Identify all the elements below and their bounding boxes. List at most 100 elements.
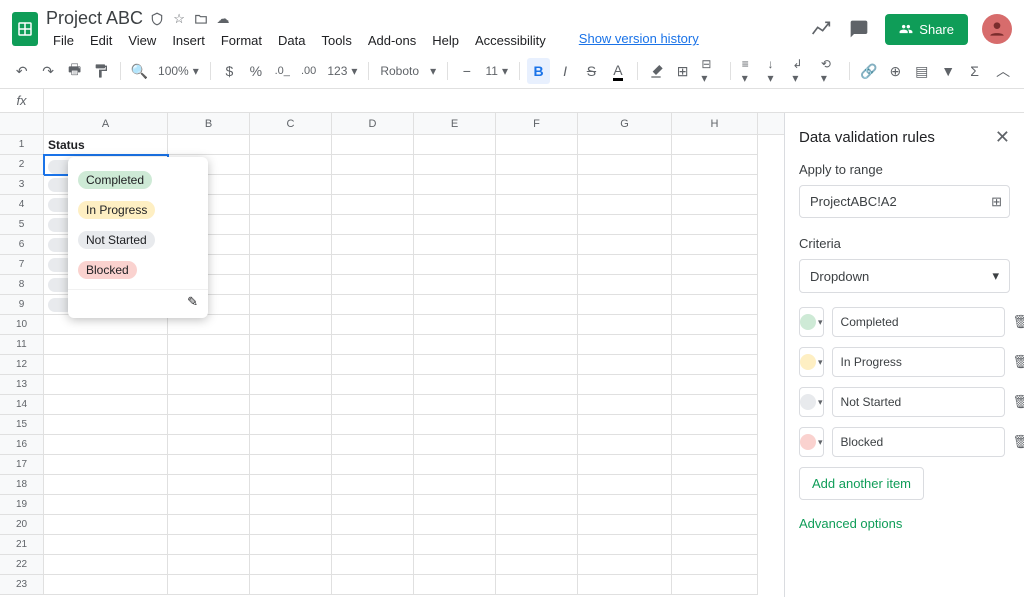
move-icon[interactable] — [193, 11, 209, 27]
cell-H16[interactable] — [672, 435, 758, 455]
cell-C21[interactable] — [250, 535, 332, 555]
criteria-delete-0[interactable]: 🗑 — [1013, 314, 1024, 330]
font-select[interactable]: Roboto ▾ — [376, 58, 440, 84]
cell-H9[interactable] — [672, 295, 758, 315]
cell-B22[interactable] — [168, 555, 250, 575]
dropdown-edit-icon[interactable]: ✎ — [68, 289, 208, 310]
apply-range-input[interactable] — [799, 185, 1010, 218]
cell-G20[interactable] — [578, 515, 672, 535]
cell-D11[interactable] — [332, 335, 414, 355]
cell-A1[interactable]: Status — [44, 135, 168, 155]
cell-D4[interactable] — [332, 195, 414, 215]
row-header-13[interactable]: 13 — [0, 375, 44, 395]
cell-E5[interactable] — [414, 215, 496, 235]
cell-H1[interactable] — [672, 135, 758, 155]
cell-F14[interactable] — [496, 395, 578, 415]
cell-D22[interactable] — [332, 555, 414, 575]
activity-icon[interactable] — [809, 17, 833, 41]
cell-E6[interactable] — [414, 235, 496, 255]
cell-F10[interactable] — [496, 315, 578, 335]
cell-A11[interactable] — [44, 335, 168, 355]
advanced-options-link[interactable]: Advanced options — [799, 516, 1010, 531]
row-header-19[interactable]: 19 — [0, 495, 44, 515]
cell-E3[interactable] — [414, 175, 496, 195]
sheets-logo[interactable] — [12, 12, 38, 46]
comment-button[interactable]: ⊕ — [884, 58, 907, 84]
row-header-9[interactable]: 9 — [0, 295, 44, 315]
criteria-input-2[interactable] — [832, 387, 1005, 417]
cell-H21[interactable] — [672, 535, 758, 555]
cell-C14[interactable] — [250, 395, 332, 415]
cell-C9[interactable] — [250, 295, 332, 315]
row-header-22[interactable]: 22 — [0, 555, 44, 575]
version-history-link[interactable]: Show version history — [579, 31, 699, 50]
share-button[interactable]: Share — [885, 14, 968, 45]
cell-F7[interactable] — [496, 255, 578, 275]
menu-view[interactable]: View — [121, 31, 163, 50]
cell-B1[interactable] — [168, 135, 250, 155]
document-title[interactable]: Project ABC — [46, 8, 143, 29]
cell-D19[interactable] — [332, 495, 414, 515]
functions-button[interactable]: Σ — [963, 58, 986, 84]
menu-edit[interactable]: Edit — [83, 31, 119, 50]
privacy-icon[interactable] — [149, 11, 165, 27]
criteria-color-2[interactable]: ▾ — [799, 387, 824, 417]
cell-B17[interactable] — [168, 455, 250, 475]
menu-tools[interactable]: Tools — [314, 31, 358, 50]
merge-button[interactable]: ⊟ ▾ — [697, 58, 723, 84]
cell-C10[interactable] — [250, 315, 332, 335]
cell-H11[interactable] — [672, 335, 758, 355]
row-header-15[interactable]: 15 — [0, 415, 44, 435]
cell-E10[interactable] — [414, 315, 496, 335]
cell-A19[interactable] — [44, 495, 168, 515]
cell-D8[interactable] — [332, 275, 414, 295]
cell-F11[interactable] — [496, 335, 578, 355]
cell-D1[interactable] — [332, 135, 414, 155]
cell-G23[interactable] — [578, 575, 672, 595]
col-header-D[interactable]: D — [332, 113, 414, 134]
menu-insert[interactable]: Insert — [165, 31, 212, 50]
criteria-color-1[interactable]: ▾ — [799, 347, 824, 377]
cell-F12[interactable] — [496, 355, 578, 375]
cell-B18[interactable] — [168, 475, 250, 495]
spreadsheet-grid[interactable]: ABCDEFGH 1Status2▼3456789101112131415161… — [0, 113, 784, 597]
criteria-delete-1[interactable]: 🗑 — [1013, 354, 1024, 370]
cell-E18[interactable] — [414, 475, 496, 495]
cell-E11[interactable] — [414, 335, 496, 355]
cell-G12[interactable] — [578, 355, 672, 375]
cell-C23[interactable] — [250, 575, 332, 595]
account-avatar[interactable] — [982, 14, 1012, 44]
criteria-input-1[interactable] — [832, 347, 1005, 377]
cell-F8[interactable] — [496, 275, 578, 295]
cell-H19[interactable] — [672, 495, 758, 515]
add-item-button[interactable]: Add another item — [799, 467, 924, 500]
cell-A12[interactable] — [44, 355, 168, 375]
cell-A10[interactable] — [44, 315, 168, 335]
cell-E1[interactable] — [414, 135, 496, 155]
cell-B13[interactable] — [168, 375, 250, 395]
cell-F17[interactable] — [496, 455, 578, 475]
cell-G10[interactable] — [578, 315, 672, 335]
cell-D10[interactable] — [332, 315, 414, 335]
cell-C6[interactable] — [250, 235, 332, 255]
criteria-delete-3[interactable]: 🗑 — [1013, 434, 1024, 450]
col-header-A[interactable]: A — [44, 113, 168, 134]
cell-E21[interactable] — [414, 535, 496, 555]
cell-H2[interactable] — [672, 155, 758, 175]
comments-icon[interactable] — [847, 17, 871, 41]
cell-D17[interactable] — [332, 455, 414, 475]
menu-help[interactable]: Help — [425, 31, 466, 50]
print-button[interactable]: 🖶 — [63, 58, 86, 84]
sidebar-close-icon[interactable]: ✕ — [995, 127, 1010, 148]
zoom-icon[interactable]: 🔍 — [128, 58, 151, 84]
cell-C15[interactable] — [250, 415, 332, 435]
cell-A13[interactable] — [44, 375, 168, 395]
cell-B10[interactable] — [168, 315, 250, 335]
decrease-decimal-button[interactable]: .0_ — [271, 58, 294, 84]
cell-F16[interactable] — [496, 435, 578, 455]
cell-F2[interactable] — [496, 155, 578, 175]
cell-F19[interactable] — [496, 495, 578, 515]
range-grid-icon[interactable]: ⊞ — [991, 194, 1002, 210]
cell-E14[interactable] — [414, 395, 496, 415]
undo-button[interactable]: ↶ — [10, 58, 33, 84]
